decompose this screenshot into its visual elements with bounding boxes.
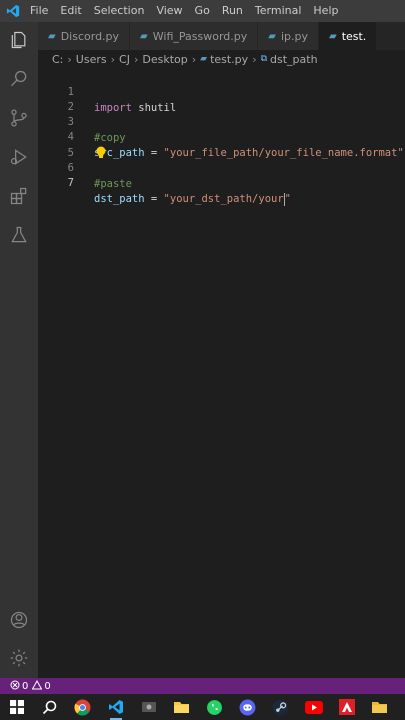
warning-count[interactable]: 0 (44, 681, 50, 692)
chevron-right-icon: › (252, 52, 257, 66)
account-icon[interactable] (7, 608, 31, 632)
code-line[interactable]: 2 (38, 83, 405, 113)
warning-icon[interactable] (32, 679, 43, 693)
error-count[interactable]: 0 (22, 681, 28, 692)
vscode-taskbar-icon[interactable] (105, 696, 127, 720)
breadcrumb-item[interactable]: Desktop (142, 53, 187, 66)
tab-label: ip.py (280, 29, 308, 43)
code-line[interactable]: 5 (38, 129, 405, 159)
code-line[interactable]: 4 src_path = "your_file_path/your_file_n… (38, 113, 405, 159)
python-file-icon: ▰ (200, 54, 208, 64)
error-icon[interactable] (10, 680, 20, 693)
line-number: 7 (67, 177, 74, 189)
menu-view[interactable]: View (150, 0, 188, 22)
string-quote: " (284, 193, 291, 205)
comment: #paste (94, 178, 132, 190)
chevron-right-icon: › (133, 52, 139, 66)
discord-icon[interactable] (237, 696, 259, 718)
breadcrumb-item[interactable]: Users (76, 53, 107, 66)
string-literal: "your_dst_path/your (163, 193, 284, 205)
code-line[interactable]: 6 #paste (38, 144, 405, 190)
variable-symbol-icon: ⧉ (260, 54, 268, 64)
menu-run[interactable]: Run (216, 0, 249, 22)
run-debug-icon[interactable] (7, 145, 31, 169)
status-bar: 0 0 (0, 678, 405, 694)
tab-test[interactable]: ▰ test. (318, 22, 378, 50)
operator: = (144, 193, 164, 205)
breadcrumb-item[interactable]: test.py (210, 53, 248, 66)
code-line-current[interactable]: 7 dst_path = "your_dst_path/your" (38, 159, 405, 206)
extensions-icon[interactable] (7, 184, 31, 208)
lightbulb-icon[interactable] (95, 146, 107, 160)
folder-icon[interactable] (369, 696, 391, 718)
testing-flask-icon[interactable] (7, 223, 31, 247)
editor-tabs: ▰ Discord.py ▰ Wifi_Password.py ▰ ip.py … (38, 22, 405, 50)
chevron-right-icon: › (191, 52, 197, 66)
breadcrumb-item[interactable]: dst_path (270, 53, 318, 66)
menu-edit[interactable]: Edit (54, 0, 87, 22)
chevron-right-icon: › (67, 52, 72, 66)
python-file-icon: ▰ (268, 30, 276, 42)
explorer-icon[interactable] (7, 28, 31, 52)
menu-go[interactable]: Go (189, 0, 216, 22)
vscode-logo-icon (2, 0, 24, 22)
amd-software-icon[interactable] (336, 696, 358, 718)
search-icon[interactable] (7, 67, 31, 91)
tab-label: Discord.py (60, 29, 120, 43)
python-file-icon: ▰ (140, 30, 148, 42)
code-line[interactable]: 3 #copy (38, 98, 405, 144)
menu-terminal[interactable]: Terminal (249, 0, 308, 22)
tab-label: test. (341, 29, 367, 43)
windows-taskbar (0, 694, 405, 720)
code-editor[interactable]: 1 import shutil 2 3 #copy 4 src_path = "… (38, 68, 405, 678)
file-explorer-icon[interactable] (171, 696, 193, 718)
search-icon[interactable] (39, 696, 61, 718)
activity-bar (0, 22, 38, 678)
chevron-right-icon: › (110, 52, 116, 66)
menu-help[interactable]: Help (307, 0, 344, 22)
tab-label: Wifi_Password.py (152, 29, 248, 43)
settings-gear-icon[interactable] (7, 646, 31, 670)
source-control-icon[interactable] (7, 106, 31, 130)
tab-wifi-password[interactable]: ▰ Wifi_Password.py (130, 22, 259, 50)
windows-start-icon[interactable] (6, 696, 28, 718)
youtube-icon[interactable] (303, 696, 325, 718)
code-line[interactable]: 1 import shutil (38, 68, 405, 114)
tab-ip[interactable]: ▰ ip.py (258, 22, 319, 50)
tab-discord[interactable]: ▰ Discord.py (38, 22, 131, 50)
menu-file[interactable]: File (24, 0, 54, 22)
python-file-icon: ▰ (328, 30, 337, 42)
whatsapp-icon[interactable] (204, 696, 226, 718)
python-file-icon: ▰ (48, 30, 56, 42)
variable: dst_path (94, 193, 145, 205)
breadcrumb: C: › Users › CJ › Desktop › ▰ test.py › … (38, 50, 405, 68)
breadcrumb-item[interactable]: C: (52, 53, 63, 66)
chrome-icon[interactable] (72, 696, 94, 718)
breadcrumb-item[interactable]: CJ (119, 53, 130, 66)
steam-icon[interactable] (270, 696, 292, 718)
menu-selection[interactable]: Selection (88, 0, 151, 22)
title-bar: File Edit Selection View Go Run Terminal… (0, 0, 405, 22)
screen-recorder-icon[interactable] (138, 696, 160, 718)
